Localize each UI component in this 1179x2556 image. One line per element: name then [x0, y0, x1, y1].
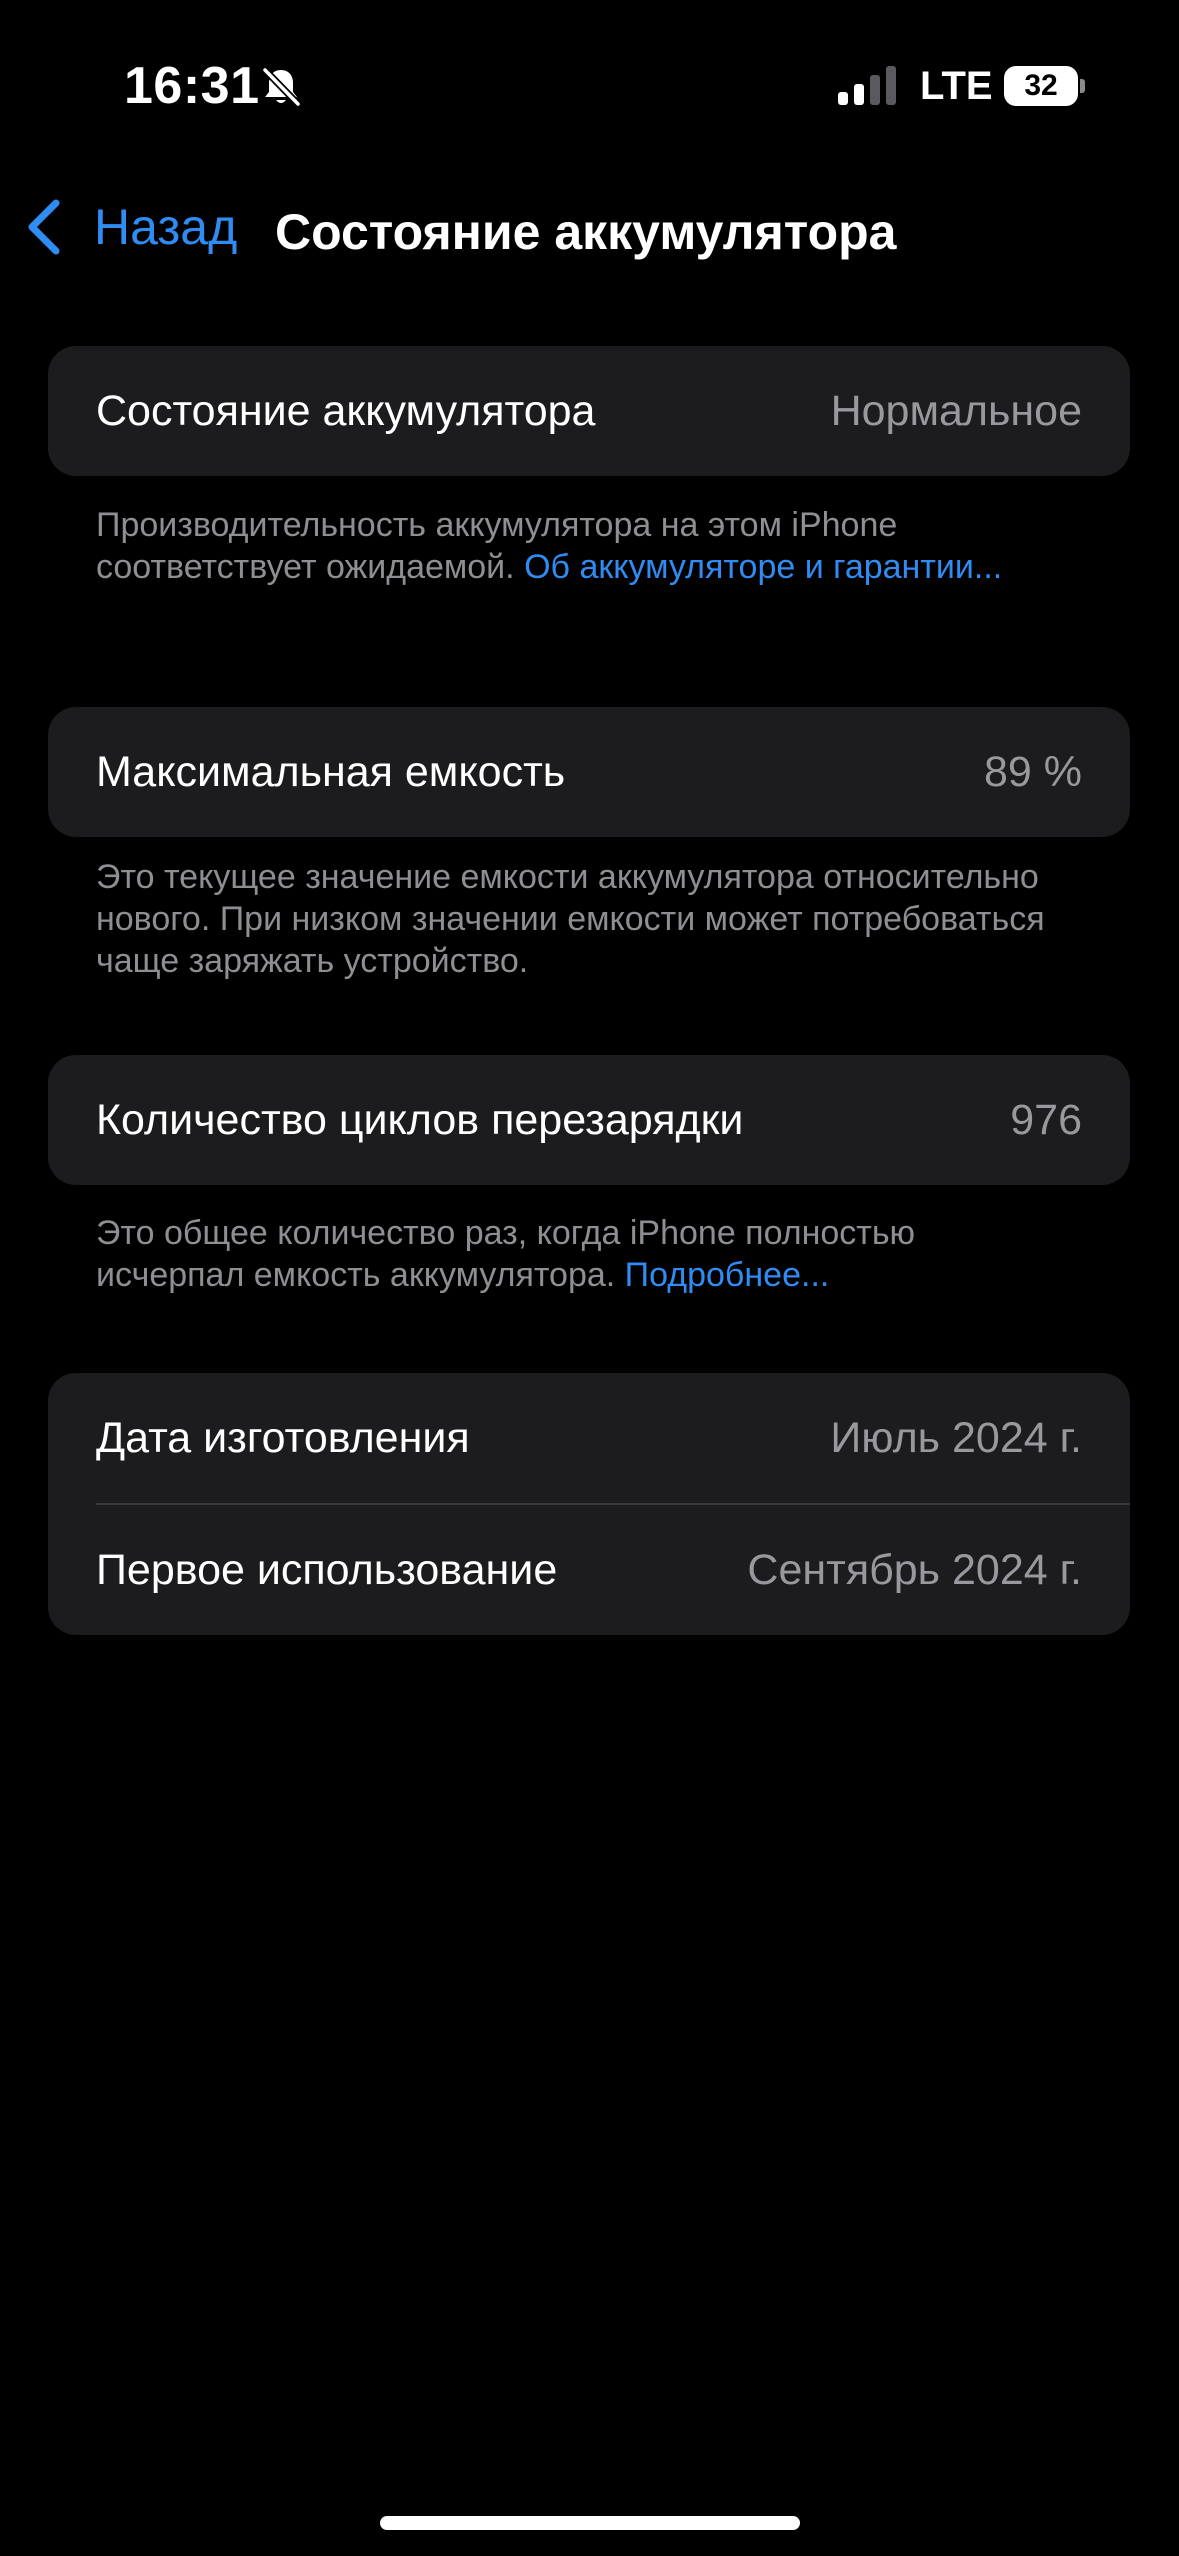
cycle-count-value: 976: [1010, 1095, 1082, 1144]
first-use-row: Первое использование Сентябрь 2024 г.: [48, 1505, 1130, 1635]
battery-condition-row: Состояние аккумулятора Нормальное: [48, 346, 1130, 476]
chevron-left-icon: [28, 199, 60, 255]
manufacture-date-value: Июль 2024 г.: [830, 1413, 1082, 1462]
dates-card: Дата изготовления Июль 2024 г. Первое ис…: [48, 1373, 1130, 1635]
max-capacity-row: Максимальная емкость 89 %: [48, 707, 1130, 837]
battery-level: 32: [1004, 66, 1078, 106]
max-capacity-footnote: Это текущее значение емкости аккумулятор…: [96, 856, 1056, 982]
manufacture-date-row: Дата изготовления Июль 2024 г.: [48, 1373, 1130, 1503]
signal-strength-icon: [838, 66, 896, 105]
cycle-count-row: Количество циклов перезарядки 976: [48, 1055, 1130, 1185]
max-capacity-value: 89 %: [983, 747, 1082, 796]
back-label: Назад: [94, 199, 238, 255]
battery-condition-footnote: Производительность аккумулятора на этом …: [96, 504, 1056, 588]
cycle-count-label: Количество циклов перезарядки: [96, 1095, 744, 1144]
cycle-count-footnote: Это общее количество раз, когда iPhone п…: [96, 1212, 1056, 1296]
manufacture-date-label: Дата изготовления: [96, 1413, 470, 1462]
max-capacity-footnote-text: Это текущее значение емкости аккумулятор…: [96, 858, 1045, 980]
bell-slash-icon: [262, 67, 301, 107]
first-use-value: Сентябрь 2024 г.: [747, 1545, 1082, 1594]
battery-cap: [1080, 79, 1085, 93]
status-bar: 16:31 LTE 32: [0, 0, 1179, 150]
cycle-count-card: Количество циклов перезарядки 976: [48, 1055, 1130, 1185]
page-title: Состояние аккумулятора: [275, 204, 897, 260]
back-button[interactable]: Назад: [24, 194, 237, 260]
learn-more-link[interactable]: Подробнее...: [625, 1256, 830, 1294]
first-use-label: Первое использование: [96, 1545, 558, 1594]
max-capacity-card: Максимальная емкость 89 %: [48, 707, 1130, 837]
battery-warranty-link[interactable]: Об аккумуляторе и гарантии...: [524, 548, 1002, 586]
home-indicator[interactable]: [380, 2516, 800, 2530]
battery-condition-label: Состояние аккумулятора: [96, 386, 596, 435]
battery-condition-value: Нормальное: [830, 386, 1082, 435]
battery-icon: 32: [1004, 66, 1085, 106]
navigation-bar: Назад Состояние аккумулятора: [0, 180, 1179, 270]
status-time: 16:31: [124, 57, 260, 115]
battery-condition-card: Состояние аккумулятора Нормальное: [48, 346, 1130, 476]
network-type: LTE: [920, 64, 993, 108]
max-capacity-label: Максимальная емкость: [96, 747, 566, 796]
